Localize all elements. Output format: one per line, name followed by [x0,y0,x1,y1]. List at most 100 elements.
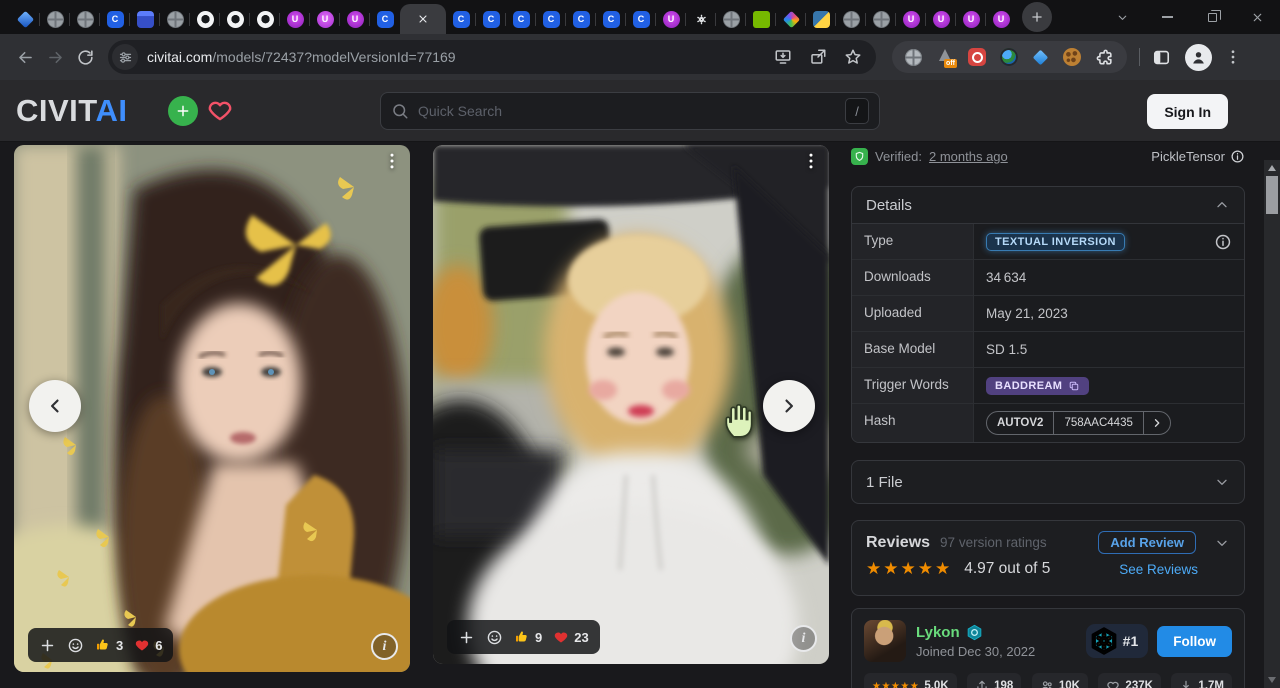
profile-button[interactable] [1185,44,1212,71]
support-heart-button[interactable] [206,96,234,124]
creator-rank-badge[interactable]: #1 [1086,624,1149,658]
reload-button[interactable] [70,42,100,72]
hash-pill[interactable]: AUTOV2758AAC4435 [986,411,1171,435]
browser-tab[interactable] [866,4,896,34]
url-text[interactable]: civitai.com/models/72437?modelVersionId=… [147,49,774,65]
browser-tab[interactable]: U [926,4,956,34]
image-info-button[interactable]: i [790,625,817,652]
browser-tab[interactable]: U [340,4,370,34]
extension-blocker-icon[interactable]: off [936,48,954,66]
browser-tab[interactable]: U [280,4,310,34]
tab-close-icon[interactable] [417,13,429,25]
browser-tab[interactable] [806,4,836,34]
carousel-next-button[interactable] [763,380,815,432]
carousel-prev-button[interactable] [29,380,81,432]
image-menu-button[interactable] [382,151,402,171]
browser-tab[interactable]: C [446,4,476,34]
see-reviews-link[interactable]: See Reviews [1119,562,1198,577]
browser-tab[interactable] [40,4,70,34]
files-accordion[interactable]: 1 File [851,460,1245,504]
tab-search-button[interactable] [1100,0,1145,34]
civitai-logo[interactable]: CIVITAI [16,94,127,128]
browser-tab[interactable]: U [986,4,1016,34]
image-info-button[interactable]: i [371,633,398,660]
scrollbar-thumb[interactable] [1266,176,1278,214]
browser-tab[interactable] [220,4,250,34]
browser-tab[interactable] [836,4,866,34]
add-reaction-button[interactable] [458,629,475,646]
page-scrollbar[interactable] [1264,160,1280,688]
creator-name-row[interactable]: Lykon [916,624,1035,641]
follow-button[interactable]: Follow [1157,626,1232,657]
heart-reaction[interactable]: 6 [134,637,162,653]
address-bar[interactable]: civitai.com/models/72437?modelVersionId=… [108,40,876,74]
emoji-reaction-button[interactable] [486,629,503,646]
extension-cookie-icon[interactable] [1063,48,1081,66]
trigger-word-badge[interactable]: BADDREAM [986,377,1089,395]
new-tab-button[interactable] [1022,2,1052,32]
forward-button[interactable] [40,42,70,72]
extension-red-icon[interactable] [968,48,986,66]
browser-tab[interactable] [716,4,746,34]
install-app-icon[interactable] [774,48,792,66]
chevron-down-icon[interactable] [1214,535,1230,551]
verified-time-link[interactable]: 2 months ago [929,149,1008,164]
creator-avatar[interactable] [864,620,906,662]
back-button[interactable] [10,42,40,72]
like-reaction[interactable]: 3 [95,637,123,653]
browser-tab[interactable] [190,4,220,34]
extension-earth-icon[interactable] [1000,48,1018,66]
browser-tab[interactable]: C [536,4,566,34]
browser-tab[interactable]: U [656,4,686,34]
browser-tab[interactable]: U [956,4,986,34]
share-icon[interactable] [809,48,827,66]
extension-globe-icon[interactable] [905,49,922,66]
globe-favicon [77,11,94,28]
heart-reaction[interactable]: 23 [553,629,588,645]
details-header[interactable]: Details [852,187,1244,224]
active-tab[interactable] [400,4,446,34]
side-panel-button[interactable] [1152,48,1171,67]
browser-tab[interactable] [776,4,806,34]
browser-tab[interactable]: C [506,4,536,34]
search-shortcut-key: / [845,98,869,124]
browser-tab[interactable]: U [310,4,340,34]
close-button[interactable] [1235,0,1280,34]
add-reaction-button[interactable] [39,637,56,654]
browser-tab[interactable] [130,4,160,34]
add-review-button[interactable]: Add Review [1098,531,1196,554]
info-icon[interactable] [1214,233,1232,251]
browser-menu-button[interactable] [1224,48,1242,66]
info-icon[interactable] [1230,149,1245,164]
browser-tab[interactable] [686,4,716,34]
sign-in-button[interactable]: Sign In [1147,94,1228,129]
extensions-menu-icon[interactable] [1095,48,1114,67]
browser-tab[interactable]: C [100,4,130,34]
site-info-button[interactable] [112,44,138,70]
like-reaction[interactable]: 9 [514,629,542,645]
browser-tab[interactable] [70,4,100,34]
bookmark-star-icon[interactable] [844,48,862,66]
browser-tab[interactable]: C [566,4,596,34]
browser-tab[interactable] [160,4,190,34]
extension-diamond-icon[interactable] [1033,49,1049,65]
browser-tab[interactable] [250,4,280,34]
browser-tab[interactable]: C [626,4,656,34]
restore-button[interactable] [1190,0,1235,34]
hash-value[interactable]: 758AAC4435 [1053,412,1142,434]
scroll-up-arrow[interactable] [1264,161,1280,175]
browser-tab[interactable]: C [596,4,626,34]
copy-icon[interactable] [1068,380,1080,392]
browser-tab[interactable]: C [476,4,506,34]
chevron-right-icon[interactable] [1143,412,1170,434]
emoji-reaction-button[interactable] [67,637,84,654]
browser-tab[interactable]: C [370,4,400,34]
scroll-down-arrow[interactable] [1264,673,1280,687]
search-input[interactable]: Quick Search / [380,92,880,130]
browser-tab[interactable] [10,4,40,34]
image-menu-button[interactable] [801,151,821,171]
minimize-button[interactable] [1145,0,1190,34]
create-button[interactable] [168,96,198,126]
browser-tab[interactable]: U [896,4,926,34]
browser-tab[interactable] [746,4,776,34]
